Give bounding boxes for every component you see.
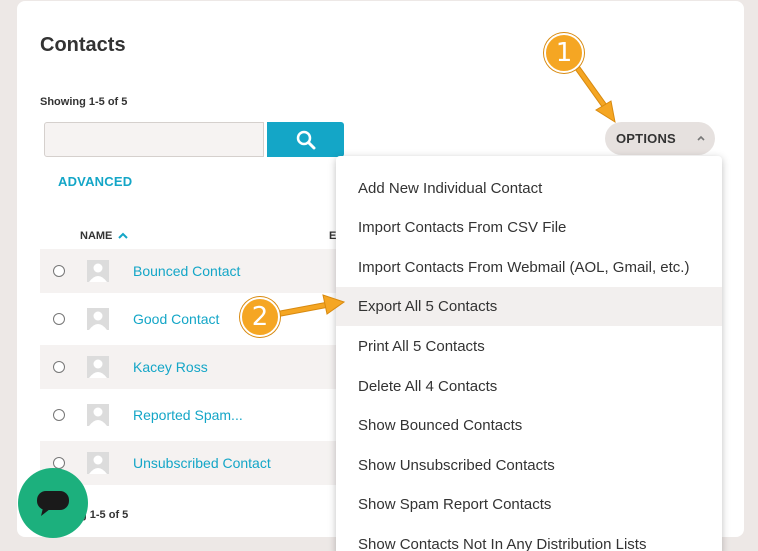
table-row: Good Contact (40, 297, 340, 341)
menu-item-print-contacts[interactable]: Print All 5 Contacts (336, 327, 722, 366)
footer-showing-count: g 1-5 of 5 (80, 509, 129, 521)
showing-count: Showing 1-5 of 5 (40, 96, 128, 108)
advanced-search-link[interactable]: ADVANCED (58, 174, 132, 189)
callout-badge-2: 2 (240, 297, 280, 337)
name-column-header[interactable]: NAME (80, 230, 129, 242)
person-icon (89, 407, 107, 426)
avatar (87, 452, 109, 474)
menu-item-show-no-list[interactable]: Show Contacts Not In Any Distribution Li… (336, 525, 722, 551)
menu-item-delete-contacts[interactable]: Delete All 4 Contacts (336, 367, 722, 406)
table-row: Reported Spam... (40, 393, 340, 437)
search-button[interactable] (267, 122, 344, 157)
person-icon (89, 263, 107, 282)
menu-item-show-bounced[interactable]: Show Bounced Contacts (336, 406, 722, 445)
contact-name-link[interactable]: Kacey Ross (133, 359, 208, 375)
chat-button[interactable] (18, 468, 88, 538)
chat-icon (37, 491, 69, 516)
search-icon (296, 130, 315, 149)
avatar (87, 404, 109, 426)
options-button[interactable]: OPTIONS (605, 122, 715, 155)
contact-name-link[interactable]: Reported Spam... (133, 407, 243, 423)
page-title: Contacts (40, 34, 126, 56)
table-row: Kacey Ross (40, 345, 340, 389)
contact-name-link[interactable]: Good Contact (133, 311, 219, 327)
row-select-radio[interactable] (53, 361, 65, 373)
menu-item-import-webmail[interactable]: Import Contacts From Webmail (AOL, Gmail… (336, 248, 722, 287)
person-icon (89, 359, 107, 378)
menu-item-add-contact[interactable]: Add New Individual Contact (336, 169, 722, 208)
callout-badge-1: 1 (544, 33, 584, 73)
person-icon (89, 311, 107, 330)
menu-item-show-unsubscribed[interactable]: Show Unsubscribed Contacts (336, 446, 722, 485)
avatar (87, 356, 109, 378)
menu-item-show-spam-report[interactable]: Show Spam Report Contacts (336, 485, 722, 524)
name-header-label: NAME (80, 230, 113, 242)
search-input[interactable] (44, 122, 264, 157)
person-icon (89, 455, 107, 474)
chevron-up-icon (697, 135, 705, 141)
options-dropdown-menu: Add New Individual Contact Import Contac… (336, 156, 722, 551)
sort-ascending-icon (118, 232, 129, 239)
contact-name-link[interactable]: Unsubscribed Contact (133, 455, 271, 471)
menu-item-export-contacts[interactable]: Export All 5 Contacts (336, 287, 722, 326)
row-select-radio[interactable] (53, 265, 65, 277)
avatar (87, 260, 109, 282)
row-select-radio[interactable] (53, 313, 65, 325)
contact-name-link[interactable]: Bounced Contact (133, 263, 240, 279)
table-row: Bounced Contact (40, 249, 340, 293)
options-label: OPTIONS (616, 131, 676, 146)
avatar (87, 308, 109, 330)
row-select-radio[interactable] (53, 409, 65, 421)
table-row: Unsubscribed Contact (40, 441, 340, 485)
menu-item-import-csv[interactable]: Import Contacts From CSV File (336, 208, 722, 247)
